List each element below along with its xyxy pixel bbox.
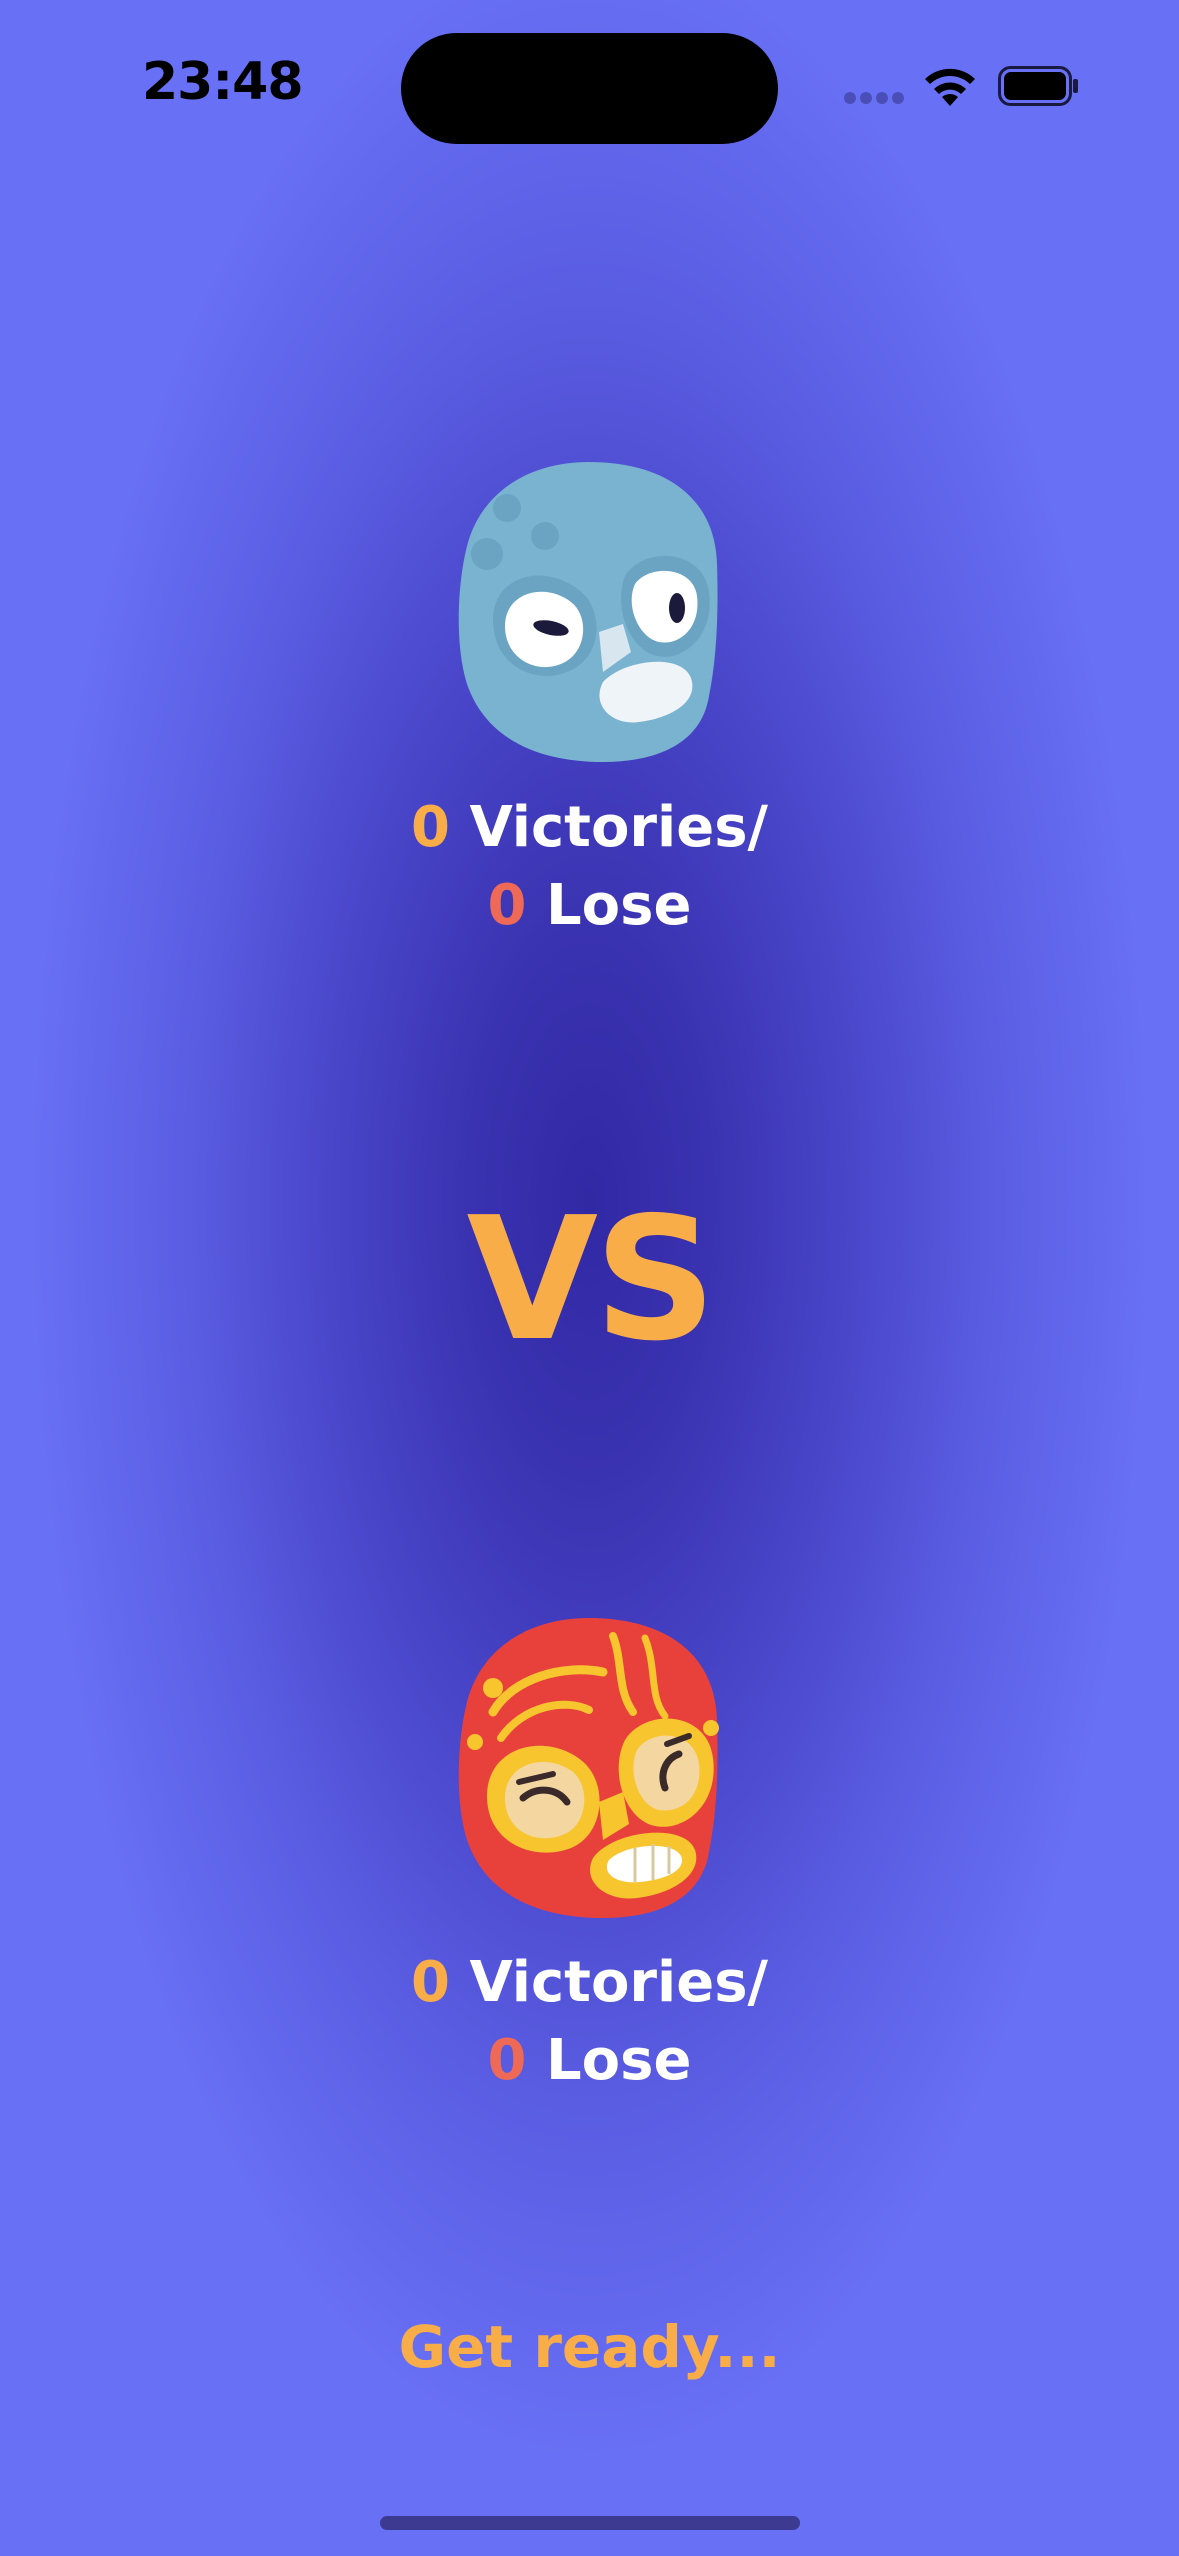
cellular-signal-icon <box>844 92 906 108</box>
player-two-victories-label: Victories/ <box>469 1950 769 2015</box>
player-two-losses-label: Lose <box>546 2028 692 2093</box>
player-two-victories-count: 0 <box>410 1950 450 2015</box>
player-one-victories-label: Victories/ <box>469 795 769 860</box>
player-one-losses-label: Lose <box>546 873 692 938</box>
versus-label: VS <box>466 1181 716 1379</box>
home-indicator[interactable] <box>380 2516 800 2530</box>
red-wrestler-mask-icon <box>458 1618 719 1918</box>
player-one-losses-count: 0 <box>487 873 527 938</box>
status-message: Get ready... <box>398 2313 781 2381</box>
player-two-losses-count: 0 <box>487 2028 527 2093</box>
player-one-victories-count: 0 <box>410 795 450 860</box>
status-time: 23:48 <box>142 52 304 112</box>
dynamic-island <box>401 33 778 144</box>
wifi-icon <box>925 68 975 106</box>
player-two-record: 0 Victories/ 0 Lose <box>0 1944 1179 2100</box>
player-one-record: 0 Victories/ 0 Lose <box>0 789 1179 945</box>
blue-wrestler-mask-icon <box>458 462 718 762</box>
battery-icon <box>998 66 1078 106</box>
